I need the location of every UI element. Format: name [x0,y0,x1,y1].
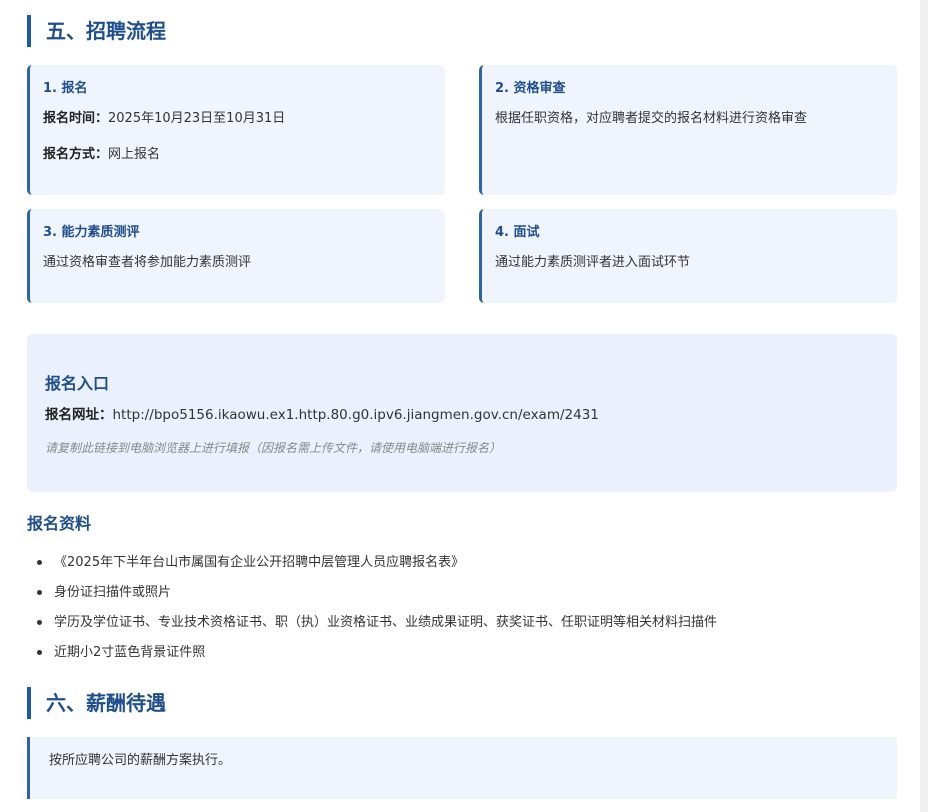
step-title: 3. 能力素质测评 [43,225,140,240]
registration-method-label: 报名方式： [43,147,109,162]
list-item: 近期小2寸蓝色背景证件照 [27,638,717,668]
bullet-icon [37,620,42,625]
materials-list: 《2025年下半年台山市属国有企业公开招聘中层管理人员应聘报名表》 身份证扫描件… [27,548,717,668]
list-item: 身份证扫描件或照片 [27,578,717,608]
step-title: 1. 报名 [43,81,88,96]
registration-entry-box: 报名入口 报名网址：http://bpo5156.ikaowu.ex1.http… [27,334,897,492]
section-title-recruitment-process: 五、招聘流程 [27,15,887,47]
list-item-text: 身份证扫描件或照片 [54,585,172,600]
registration-url-line: 报名网址：http://bpo5156.ikaowu.ex1.http.80.g… [45,404,897,426]
materials-title: 报名资料 [27,514,92,533]
section-title-compensation: 六、薪酬待遇 [27,687,887,719]
step-description: 根据任职资格，对应聘者提交的报名材料进行资格审查 [495,111,808,126]
step-description: 通过能力素质测评者进入面试环节 [495,255,691,270]
step-card-registration: 1. 报名 报名时间：2025年10月23日至10月31日 报名方式：网上报名 [27,65,445,195]
registration-time: 报名时间：2025年10月23日至10月31日 [43,109,445,129]
step-title: 2. 资格审查 [495,81,566,96]
step-description: 通过资格审查者将参加能力素质测评 [43,255,252,270]
step-card-interview: 4. 面试 通过能力素质测评者进入面试环节 [479,209,897,303]
bullet-icon [37,590,42,595]
list-item: 《2025年下半年台山市属国有企业公开招聘中层管理人员应聘报名表》 [27,548,717,578]
registration-note: 请复制此链接到电脑浏览器上进行填报（因报名需上传文件，请使用电脑端进行报名） [45,441,502,455]
registration-url[interactable]: http://bpo5156.ikaowu.ex1.http.80.g0.ipv… [113,407,599,423]
registration-time-label: 报名时间： [43,111,109,126]
list-item-text: 学历及学位证书、专业技术资格证书、职（执）业资格证书、业绩成果证明、获奖证书、任… [54,615,718,630]
scrollbar-track[interactable] [920,0,928,812]
registration-time-value: 2025年10月23日至10月31日 [108,111,286,126]
step-card-qualification-review: 2. 资格审查 根据任职资格，对应聘者提交的报名材料进行资格审查 [479,65,897,195]
bullet-icon [37,650,42,655]
step-title: 4. 面试 [495,225,540,240]
registration-method-value: 网上报名 [108,147,161,162]
step-card-ability-assessment: 3. 能力素质测评 通过资格审查者将参加能力素质测评 [27,209,445,303]
registration-url-label: 报名网址： [45,407,113,423]
registration-entry-title: 报名入口 [45,374,110,393]
list-item-text: 《2025年下半年台山市属国有企业公开招聘中层管理人员应聘报名表》 [54,555,465,570]
bullet-icon [37,560,42,565]
registration-method: 报名方式：网上报名 [43,145,445,165]
list-item-text: 近期小2寸蓝色背景证件照 [54,645,206,660]
list-item: 学历及学位证书、专业技术资格证书、职（执）业资格证书、业绩成果证明、获奖证书、任… [27,608,717,638]
salary-box: 按所应聘公司的薪酬方案执行。 [27,737,897,799]
